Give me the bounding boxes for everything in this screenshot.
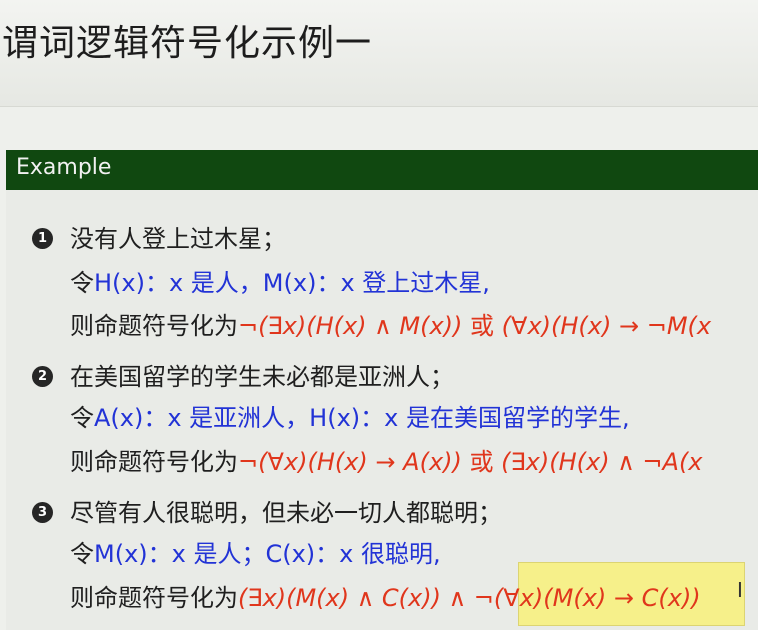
item-1-sym-prefix: 则命题符号化为 bbox=[70, 312, 238, 340]
example-header: Example bbox=[6, 150, 758, 190]
item-2-symbolization: 则命题符号化为¬(∀x)(H(x) → A(x)) 或 (∃x)(H(x) ∧ … bbox=[70, 447, 703, 477]
item-3-symbolization: 则命题符号化为(∃x)(M(x) ∧ C(x)) ∧ ¬(∀x)(M(x) → … bbox=[70, 583, 701, 613]
item-3-def-prefix: 令 bbox=[70, 540, 94, 568]
item-number-3: 3 bbox=[32, 502, 53, 523]
item-1-symbolization: 则命题符号化为¬(∃x)(H(x) ∧ M(x)) 或 (∀x)(H(x) → … bbox=[70, 311, 711, 341]
item-2-def-text: A(x)：x 是亚洲人，H(x)：x 是在美国留学的学生, bbox=[94, 404, 630, 432]
item-1-formula-1: ¬(∃x)(H(x) ∧ M(x)) bbox=[238, 312, 463, 340]
item-2-sentence: 在美国留学的学生未必都是亚洲人； bbox=[70, 363, 454, 391]
item-1-def-text: H(x)：x 是人，M(x)：x 登上过木星, bbox=[94, 269, 490, 297]
item-3-formula: (∃x)(M(x) ∧ C(x)) ∧ ¬(∀x)(M(x) → C(x)) bbox=[238, 584, 701, 612]
example-header-label: Example bbox=[16, 155, 112, 180]
item-2-formula-1: ¬(∀x)(H(x) → A(x)) bbox=[238, 448, 462, 476]
item-1-definition: 令H(x)：x 是人，M(x)：x 登上过木星, bbox=[70, 268, 490, 298]
item-2-sym-prefix: 则命题符号化为 bbox=[70, 448, 238, 476]
text-cursor-icon: Ⅰ bbox=[737, 578, 743, 602]
item-1-or: 或 bbox=[470, 312, 495, 340]
item-2-or: 或 bbox=[469, 448, 494, 476]
item-number-1: 1 bbox=[32, 228, 53, 249]
slide-title-bar: 谓词逻辑符号化示例一 bbox=[0, 0, 758, 107]
item-number-2: 2 bbox=[32, 366, 53, 387]
item-1-def-prefix: 令 bbox=[70, 269, 94, 297]
item-1-formula-2: (∀x)(H(x) → ¬M(x bbox=[501, 312, 712, 340]
item-3-sentence: 尽管有人很聪明，但未必一切人都聪明； bbox=[70, 499, 502, 527]
item-2-formula-2: (∃x)(H(x) ∧ ¬A(x bbox=[501, 448, 703, 476]
item-1-sentence: 没有人登上过木星； bbox=[70, 225, 286, 253]
item-3-definition: 令M(x)：x 是人；C(x)：x 很聪明, bbox=[70, 539, 441, 569]
item-3-sym-prefix: 则命题符号化为 bbox=[70, 584, 238, 612]
slide-title: 谓词逻辑符号化示例一 bbox=[2, 23, 373, 64]
item-3-def-text: M(x)：x 是人；C(x)：x 很聪明, bbox=[94, 540, 441, 568]
item-2-def-prefix: 令 bbox=[70, 404, 94, 432]
item-2-definition: 令A(x)：x 是亚洲人，H(x)：x 是在美国留学的学生, bbox=[70, 403, 630, 433]
